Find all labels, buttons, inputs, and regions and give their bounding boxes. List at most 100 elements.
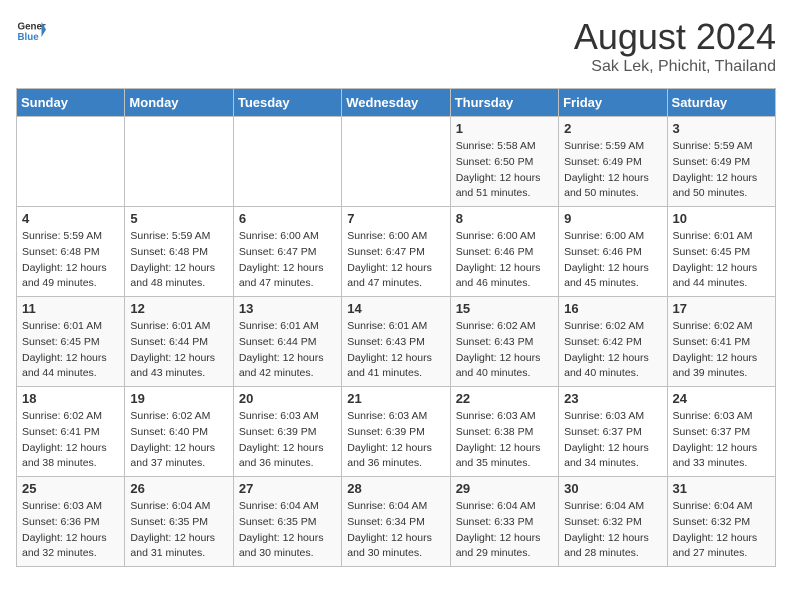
page-subtitle: Sak Lek, Phichit, Thailand (574, 58, 776, 76)
day-number: 15 (456, 301, 553, 316)
day-number: 10 (673, 211, 770, 226)
calendar-cell: 27 Sunrise: 6:04 AMSunset: 6:35 PMDayligh… (233, 477, 341, 567)
calendar-cell: 2Sunrise: 5:59 AMSunset: 6:49 PMDaylight… (559, 117, 667, 207)
day-info: Sunrise: 6:00 AMSunset: 6:46 PMDaylight:… (564, 229, 661, 292)
day-info: Sunrise: 6:02 AMSunset: 6:41 PMDaylight:… (673, 319, 770, 382)
day-info: Sunrise: 6:02 AMSunset: 6:43 PMDaylight:… (456, 319, 553, 382)
page-title: August 2024 (574, 16, 776, 58)
calendar-cell: 25 Sunrise: 6:03 AMSunset: 6:36 PMDayligh… (17, 477, 125, 567)
day-number: 13 (239, 301, 336, 316)
day-number: 21 (347, 391, 444, 406)
day-info: Sunrise: 6:01 AMSunset: 6:44 PMDaylight:… (239, 319, 336, 382)
day-info: Sunrise: 6:03 AMSunset: 6:37 PMDaylight:… (564, 409, 661, 472)
week-row-2: 4 Sunrise: 5:59 AMSunset: 6:48 PMDaylight… (17, 207, 776, 297)
calendar-table: SundayMondayTuesdayWednesdayThursdayFrid… (16, 88, 776, 567)
day-number: 28 (347, 481, 444, 496)
day-number: 19 (130, 391, 227, 406)
calendar-cell: 16Sunrise: 6:02 AMSunset: 6:42 PMDayligh… (559, 297, 667, 387)
day-info: Sunrise: 6:02 AMSunset: 6:41 PMDaylight:… (22, 409, 119, 472)
day-number: 26 (130, 481, 227, 496)
day-info: Sunrise: 6:03 AMSunset: 6:37 PMDaylight:… (673, 409, 770, 472)
calendar-cell (17, 117, 125, 207)
calendar-cell: 17Sunrise: 6:02 AMSunset: 6:41 PMDayligh… (667, 297, 775, 387)
calendar-cell (125, 117, 233, 207)
day-info: Sunrise: 6:04 AMSunset: 6:34 PMDaylight:… (347, 499, 444, 562)
calendar-cell: 22 Sunrise: 6:03 AMSunset: 6:38 PMDayligh… (450, 387, 558, 477)
day-number: 4 (22, 211, 119, 226)
calendar-header: SundayMondayTuesdayWednesdayThursdayFrid… (17, 89, 776, 117)
day-number: 9 (564, 211, 661, 226)
day-number: 6 (239, 211, 336, 226)
day-info: Sunrise: 6:01 AMSunset: 6:44 PMDaylight:… (130, 319, 227, 382)
title-area: August 2024 Sak Lek, Phichit, Thailand (574, 16, 776, 76)
calendar-cell: 3 Sunrise: 5:59 AMSunset: 6:49 PMDaylight… (667, 117, 775, 207)
day-number: 29 (456, 481, 553, 496)
day-info: Sunrise: 6:04 AMSunset: 6:35 PMDaylight:… (239, 499, 336, 562)
day-info: Sunrise: 6:01 AMSunset: 6:45 PMDaylight:… (673, 229, 770, 292)
calendar-cell: 6 Sunrise: 6:00 AMSunset: 6:47 PMDaylight… (233, 207, 341, 297)
day-info: Sunrise: 6:04 AMSunset: 6:33 PMDaylight:… (456, 499, 553, 562)
calendar-cell: 20Sunrise: 6:03 AMSunset: 6:39 PMDayligh… (233, 387, 341, 477)
calendar-cell: 13 Sunrise: 6:01 AMSunset: 6:44 PMDayligh… (233, 297, 341, 387)
calendar-cell: 29 Sunrise: 6:04 AMSunset: 6:33 PMDayligh… (450, 477, 558, 567)
day-number: 18 (22, 391, 119, 406)
header-day-thursday: Thursday (450, 89, 558, 117)
day-number: 27 (239, 481, 336, 496)
calendar-cell: 19 Sunrise: 6:02 AMSunset: 6:40 PMDayligh… (125, 387, 233, 477)
day-info: Sunrise: 6:03 AMSunset: 6:39 PMDaylight:… (347, 409, 444, 472)
day-info: Sunrise: 6:04 AMSunset: 6:32 PMDaylight:… (564, 499, 661, 562)
day-info: Sunrise: 6:00 AMSunset: 6:47 PMDaylight:… (347, 229, 444, 292)
day-number: 3 (673, 121, 770, 136)
header-day-sunday: Sunday (17, 89, 125, 117)
day-info: Sunrise: 6:03 AMSunset: 6:36 PMDaylight:… (22, 499, 119, 562)
calendar-cell (233, 117, 341, 207)
day-number: 12 (130, 301, 227, 316)
calendar-cell: 24 Sunrise: 6:03 AMSunset: 6:37 PMDayligh… (667, 387, 775, 477)
week-row-4: 18 Sunrise: 6:02 AMSunset: 6:41 PMDayligh… (17, 387, 776, 477)
calendar-cell: 21 Sunrise: 6:03 AMSunset: 6:39 PMDayligh… (342, 387, 450, 477)
calendar-cell: 14Sunrise: 6:01 AMSunset: 6:43 PMDayligh… (342, 297, 450, 387)
header: General Blue August 2024 Sak Lek, Phichi… (16, 16, 776, 76)
calendar-cell: 8Sunrise: 6:00 AMSunset: 6:46 PMDaylight… (450, 207, 558, 297)
week-row-3: 11Sunrise: 6:01 AMSunset: 6:45 PMDayligh… (17, 297, 776, 387)
day-info: Sunrise: 6:03 AMSunset: 6:38 PMDaylight:… (456, 409, 553, 472)
day-info: Sunrise: 6:00 AMSunset: 6:47 PMDaylight:… (239, 229, 336, 292)
day-number: 1 (456, 121, 553, 136)
calendar-cell: 26 Sunrise: 6:04 AMSunset: 6:35 PMDayligh… (125, 477, 233, 567)
day-info: Sunrise: 6:04 AMSunset: 6:32 PMDaylight:… (673, 499, 770, 562)
day-number: 8 (456, 211, 553, 226)
calendar-cell: 23 Sunrise: 6:03 AMSunset: 6:37 PMDayligh… (559, 387, 667, 477)
day-info: Sunrise: 5:59 AMSunset: 6:49 PMDaylight:… (673, 139, 770, 202)
day-info: Sunrise: 6:02 AMSunset: 6:40 PMDaylight:… (130, 409, 227, 472)
day-info: Sunrise: 6:02 AMSunset: 6:42 PMDaylight:… (564, 319, 661, 382)
day-number: 24 (673, 391, 770, 406)
header-row: SundayMondayTuesdayWednesdayThursdayFrid… (17, 89, 776, 117)
day-info: Sunrise: 6:03 AMSunset: 6:39 PMDaylight:… (239, 409, 336, 472)
day-number: 25 (22, 481, 119, 496)
svg-text:Blue: Blue (18, 32, 40, 43)
calendar-cell: 30 Sunrise: 6:04 AMSunset: 6:32 PMDayligh… (559, 477, 667, 567)
calendar-cell: 7 Sunrise: 6:00 AMSunset: 6:47 PMDaylight… (342, 207, 450, 297)
calendar-cell: 4 Sunrise: 5:59 AMSunset: 6:48 PMDaylight… (17, 207, 125, 297)
day-info: Sunrise: 5:59 AMSunset: 6:48 PMDaylight:… (22, 229, 119, 292)
day-number: 30 (564, 481, 661, 496)
calendar-cell: 11Sunrise: 6:01 AMSunset: 6:45 PMDayligh… (17, 297, 125, 387)
calendar-cell: 18 Sunrise: 6:02 AMSunset: 6:41 PMDayligh… (17, 387, 125, 477)
header-day-tuesday: Tuesday (233, 89, 341, 117)
day-info: Sunrise: 6:04 AMSunset: 6:35 PMDaylight:… (130, 499, 227, 562)
day-info: Sunrise: 5:59 AMSunset: 6:48 PMDaylight:… (130, 229, 227, 292)
calendar-cell: 1Sunrise: 5:58 AMSunset: 6:50 PMDaylight… (450, 117, 558, 207)
calendar-cell: 28 Sunrise: 6:04 AMSunset: 6:34 PMDayligh… (342, 477, 450, 567)
day-number: 5 (130, 211, 227, 226)
calendar-cell: 10 Sunrise: 6:01 AMSunset: 6:45 PMDayligh… (667, 207, 775, 297)
logo-icon: General Blue (16, 16, 46, 46)
calendar-cell: 12 Sunrise: 6:01 AMSunset: 6:44 PMDayligh… (125, 297, 233, 387)
day-number: 23 (564, 391, 661, 406)
header-day-wednesday: Wednesday (342, 89, 450, 117)
day-number: 22 (456, 391, 553, 406)
day-number: 11 (22, 301, 119, 316)
day-info: Sunrise: 6:01 AMSunset: 6:43 PMDaylight:… (347, 319, 444, 382)
week-row-5: 25 Sunrise: 6:03 AMSunset: 6:36 PMDayligh… (17, 477, 776, 567)
day-number: 7 (347, 211, 444, 226)
calendar-cell (342, 117, 450, 207)
